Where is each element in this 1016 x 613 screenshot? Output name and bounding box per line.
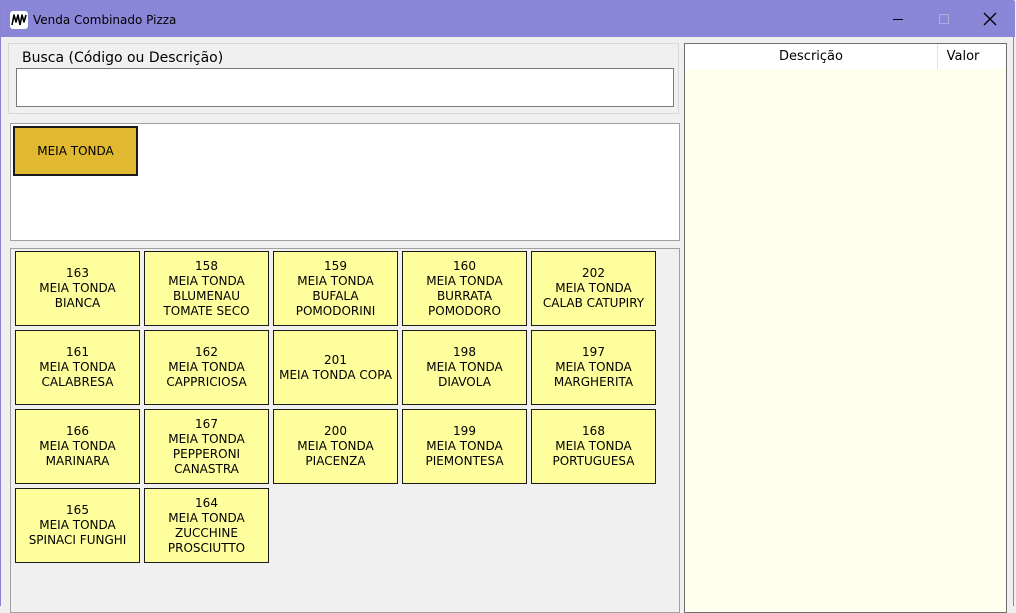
close-button[interactable] [967, 1, 1013, 37]
close-icon [983, 12, 997, 26]
product-name-line: POMODORINI [295, 303, 376, 318]
product-name-line: MEIA TONDA [297, 439, 374, 453]
order-list-header: Descrição Valor [685, 44, 1006, 69]
product-name-line: BUFALA [312, 288, 359, 303]
product-name-line: TOMATE SECO [163, 303, 250, 318]
product-code: 158 [195, 258, 218, 273]
product-button[interactable]: 168 MEIA TONDA PORTUGUESA [531, 409, 656, 484]
product-name-line: MEIA TONDA [168, 273, 245, 288]
product-name-line: MEIA TONDA [39, 281, 116, 295]
product-button[interactable]: 163 MEIA TONDA BIANCA [15, 251, 140, 326]
app-window: Venda Combinado Pizza Busca (Código ou D… [0, 0, 1015, 613]
product-button[interactable]: 164 MEIA TONDA ZUCCHINE PROSCIUTTO [144, 488, 269, 563]
product-name-line: MEIA TONDA [168, 510, 245, 525]
search-panel: Busca (Código ou Descrição) [8, 43, 679, 114]
product-name-line: BIANCA [54, 296, 101, 310]
product-name-line: MEIA TONDA [39, 439, 116, 453]
product-name-line: PIEMONTESA [425, 454, 504, 468]
product-name-line: MEIA TONDA [168, 360, 245, 374]
product-code: 167 [195, 416, 218, 431]
product-name-line: MEIA TONDA [39, 360, 116, 374]
product-name-line: MEIA TONDA [426, 273, 503, 288]
maximize-icon [939, 14, 949, 24]
order-items-list[interactable]: Descrição Valor [684, 43, 1007, 613]
product-name-line: SPINACI FUNGHI [28, 533, 127, 547]
maximize-button[interactable] [921, 1, 967, 37]
product-name-line: CALABRESA [41, 375, 114, 389]
product-name-line: PORTUGUESA [552, 454, 635, 468]
product-name-line: PROSCIUTTO [167, 540, 246, 555]
product-code: 201 [324, 352, 347, 367]
product-button[interactable]: 159 MEIA TONDA BUFALA POMODORINI [273, 251, 398, 326]
title-bar[interactable]: Venda Combinado Pizza [1, 1, 1015, 37]
product-code: 160 [453, 258, 476, 273]
product-name-line: MEIA TONDA [555, 360, 632, 374]
product-code: 163 [66, 266, 89, 280]
product-button[interactable]: 160 MEIA TONDA BURRATA POMODORO [402, 251, 527, 326]
product-name-line: MEIA TONDA [555, 439, 632, 453]
product-button[interactable]: 161 MEIA TONDA CALABRESA [15, 330, 140, 405]
product-name-line: MEIA TONDA [555, 281, 632, 295]
product-name-line: PEPPERONI [172, 446, 241, 461]
product-code: 168 [582, 424, 605, 438]
category-button-meia-tonda[interactable]: MEIA TONDA [13, 126, 138, 176]
product-code: 200 [324, 424, 347, 438]
product-name-line: MEIA TONDA [426, 439, 503, 453]
product-name-line: CAPPRICIOSA [166, 375, 247, 389]
product-code: 197 [582, 345, 605, 359]
product-name-line: MEIA TONDA [39, 518, 116, 532]
product-name-line: POMODORO [428, 303, 501, 318]
product-code: 202 [582, 266, 605, 280]
product-name-line: MEIA TONDA [297, 273, 374, 288]
category-panel: MEIA TONDA [10, 123, 680, 241]
product-code: 199 [453, 424, 476, 438]
app-logo-icon [10, 11, 28, 29]
product-panel: 163 MEIA TONDA BIANCA 158 MEIA TONDA BLUMENAU… [10, 248, 680, 613]
product-name-line: BLUMENAU [172, 288, 240, 303]
product-name-line: CALAB CATUPIRY [542, 296, 645, 310]
search-input[interactable] [16, 68, 674, 107]
column-header-value[interactable]: Valor [938, 44, 988, 69]
product-code: 164 [195, 495, 218, 510]
product-name-line: ZUCCHINE [175, 525, 238, 540]
product-button[interactable]: 198 MEIA TONDA DIAVOLA [402, 330, 527, 405]
product-code: 159 [324, 258, 347, 273]
column-header-description[interactable]: Descrição [685, 44, 938, 69]
product-code: 165 [66, 503, 89, 517]
minimize-button[interactable] [875, 1, 921, 37]
product-name-line: MEIA TONDA [426, 360, 503, 374]
product-code: 198 [453, 345, 476, 359]
product-button[interactable]: 166 MEIA TONDA MARINARA [15, 409, 140, 484]
product-button[interactable]: 199 MEIA TONDA PIEMONTESA [402, 409, 527, 484]
product-button[interactable]: 165 MEIA TONDA SPINACI FUNGHI [15, 488, 140, 563]
product-button[interactable]: 162 MEIA TONDA CAPPRICIOSA [144, 330, 269, 405]
product-code: 166 [66, 424, 89, 438]
product-name-line: MARINARA [45, 454, 110, 468]
product-name-line: PIACENZA [305, 454, 366, 468]
window-title: Venda Combinado Pizza [33, 13, 177, 27]
product-button[interactable]: 202 MEIA TONDA CALAB CATUPIRY [531, 251, 656, 326]
product-name-line: BURRATA [436, 288, 493, 303]
product-name-line: MEIA TONDA [168, 431, 245, 446]
product-button[interactable]: 197 MEIA TONDA MARGHERITA [531, 330, 656, 405]
product-name-line: MARGHERITA [553, 375, 634, 389]
product-button[interactable]: 200 MEIA TONDA PIACENZA [273, 409, 398, 484]
search-label: Busca (Código ou Descrição) [22, 50, 224, 66]
product-code: 162 [195, 345, 218, 359]
product-name-line: CANASTRA [174, 461, 239, 476]
product-code: 161 [66, 345, 89, 359]
product-button[interactable]: 158 MEIA TONDA BLUMENAU TOMATE SECO [144, 251, 269, 326]
product-name-line: DIAVOLA [438, 375, 491, 389]
product-grid: 163 MEIA TONDA BIANCA 158 MEIA TONDA BLUMENAU… [15, 251, 656, 563]
product-name-line: MEIA TONDA COPA [279, 367, 392, 382]
product-button[interactable]: 201 MEIA TONDA COPA [273, 330, 398, 405]
product-button[interactable]: 167 MEIA TONDA PEPPERONI CANASTRA [144, 409, 269, 484]
minimize-icon [893, 19, 903, 20]
